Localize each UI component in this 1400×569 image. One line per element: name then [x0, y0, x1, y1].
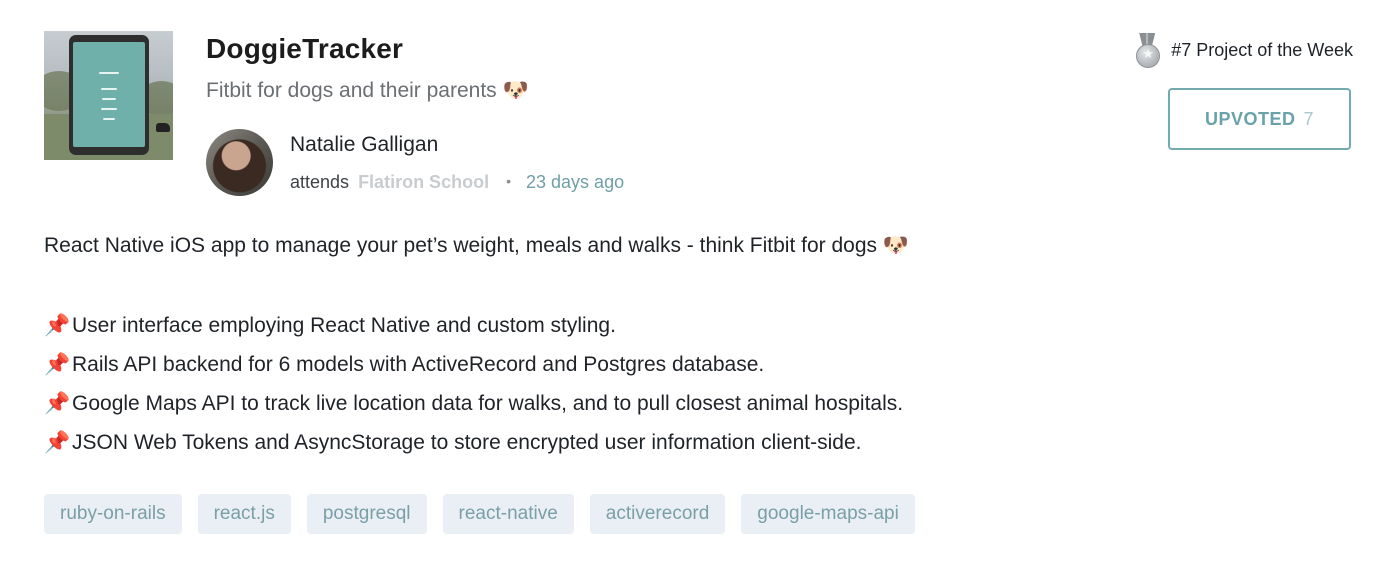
pushpin-icon: 📌	[44, 353, 71, 376]
feature-item: 📌User interface employing React Native a…	[44, 312, 903, 351]
tag-activerecord[interactable]: activerecord	[589, 494, 726, 534]
attends-label: attends	[290, 172, 350, 192]
author-avatar[interactable]	[206, 129, 273, 196]
school-link[interactable]: Flatiron School	[358, 172, 489, 192]
medal-icon	[1133, 33, 1161, 68]
feature-item: 📌JSON Web Tokens and AsyncStorage to sto…	[44, 429, 903, 468]
upvote-count: 7	[1303, 108, 1315, 129]
tag-react-js[interactable]: react.js	[197, 494, 291, 534]
meta-separator: •	[506, 173, 511, 189]
phone-image	[69, 35, 149, 155]
upvote-button[interactable]: UPVOTED 7	[1168, 88, 1351, 150]
tag-list: ruby-on-rails react.js postgresql react-…	[44, 494, 931, 534]
author-meta: attends Flatiron School • 23 days ago	[290, 172, 624, 193]
project-card: DoggieTracker Fitbit for dogs and their …	[0, 0, 1400, 569]
feature-list: 📌User interface employing React Native a…	[44, 312, 903, 468]
tag-postgresql[interactable]: postgresql	[306, 494, 427, 534]
project-description: React Native iOS app to manage your pet’…	[44, 234, 909, 257]
pushpin-icon: 📌	[44, 392, 71, 415]
feature-item: 📌Google Maps API to track live location …	[44, 390, 903, 429]
upvote-label: UPVOTED	[1204, 108, 1296, 129]
posted-time: 23 days ago	[526, 172, 625, 192]
tag-google-maps-api[interactable]: google-maps-api	[741, 494, 915, 534]
feature-item: 📌Rails API backend for 6 models with Act…	[44, 351, 903, 390]
dog-image	[156, 123, 170, 132]
award-label: #7 Project of the Week	[1171, 39, 1353, 60]
project-thumbnail[interactable]	[44, 31, 173, 160]
tag-react-native[interactable]: react-native	[442, 494, 574, 534]
author-name[interactable]: Natalie Galligan	[290, 133, 438, 157]
pushpin-icon: 📌	[44, 314, 71, 337]
pushpin-icon: 📌	[44, 431, 71, 454]
award-badge: #7 Project of the Week	[1133, 33, 1353, 68]
project-tagline: Fitbit for dogs and their parents 🐶	[206, 79, 529, 102]
project-title[interactable]: DoggieTracker	[206, 33, 403, 65]
tag-ruby-on-rails[interactable]: ruby-on-rails	[44, 494, 182, 534]
